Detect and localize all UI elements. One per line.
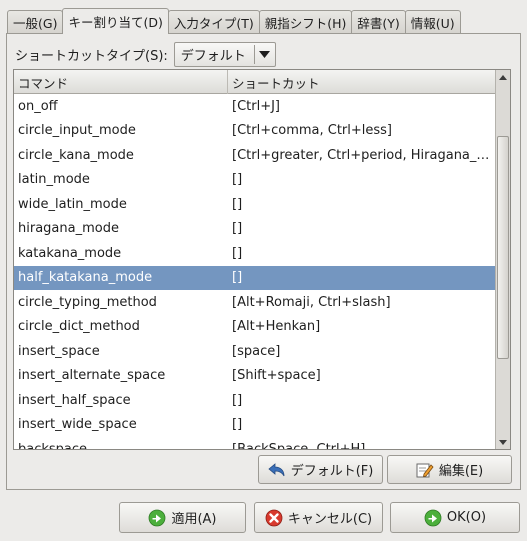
- command-cell: circle_input_mode: [18, 123, 136, 139]
- shortcut-cell: [Ctrl+J]: [232, 98, 281, 114]
- command-cell: katakana_mode: [18, 245, 122, 261]
- tab-general-label: 一般(G): [13, 15, 58, 31]
- table-row[interactable]: circle_kana_mode [Ctrl+greater, Ctrl+peri…: [14, 143, 495, 168]
- vertical-scrollbar[interactable]: [495, 70, 510, 449]
- command-cell: on_off: [18, 98, 58, 114]
- table-row[interactable]: circle_input_mode [Ctrl+comma, Ctrl+less]: [14, 119, 495, 144]
- shortcut-cell: [BackSpace, Ctrl+H]: [232, 441, 366, 450]
- command-cell: latin_mode: [18, 172, 90, 188]
- ok-check-icon: [424, 509, 442, 527]
- key-assign-panel: ショートカットタイプ(S): デフォルト コマンド ショートカット on_off…: [6, 33, 521, 490]
- table-row[interactable]: insert_space [space]: [14, 339, 495, 364]
- shortcut-cell: []: [232, 245, 243, 261]
- shortcut-cell: [Alt+Romaji, Ctrl+slash]: [232, 294, 391, 310]
- table-row[interactable]: circle_dict_method [Alt+Henkan]: [14, 315, 495, 340]
- cancel-button[interactable]: キャンセル(C): [254, 502, 383, 533]
- tab-dictionary[interactable]: 辞書(Y): [351, 10, 406, 33]
- ok-button[interactable]: OK(O): [390, 502, 520, 533]
- edit-button[interactable]: 編集(E): [387, 455, 512, 484]
- default-button[interactable]: デフォルト(F): [258, 455, 383, 484]
- shortcut-type-label: ショートカットタイプ(S):: [15, 48, 168, 64]
- tab-dictionary-label: 辞書(Y): [357, 15, 400, 31]
- command-cell: circle_typing_method: [18, 294, 157, 310]
- table-row[interactable]: insert_alternate_space [Shift+space]: [14, 364, 495, 389]
- command-cell: insert_wide_space: [18, 417, 137, 433]
- table-row[interactable]: wide_latin_mode []: [14, 192, 495, 217]
- command-cell: backspace: [18, 441, 88, 450]
- table-body: on_off [Ctrl+J] circle_input_mode [Ctrl+com…: [14, 94, 495, 450]
- shortcut-cell: []: [232, 417, 243, 433]
- tab-thumb-shift-label: 親指シフト(H): [264, 15, 347, 31]
- command-cell: hiragana_mode: [18, 221, 119, 237]
- chevron-down-icon: [255, 50, 275, 58]
- command-cell: circle_kana_mode: [18, 147, 134, 163]
- shortcut-type-value: デフォルト: [180, 48, 246, 64]
- apply-button-label: 適用(A): [171, 512, 217, 527]
- shortcut-cell: []: [232, 392, 243, 408]
- command-cell: insert_alternate_space: [18, 368, 166, 384]
- command-cell: half_katakana_mode: [18, 270, 153, 286]
- default-button-label: デフォルト(F): [290, 464, 374, 479]
- shortcut-cell: [space]: [232, 343, 281, 359]
- tab-thumb-shift[interactable]: 親指シフト(H): [258, 10, 353, 33]
- column-header-shortcut[interactable]: ショートカット: [228, 70, 495, 94]
- edit-pencil-icon: [416, 462, 434, 478]
- tab-general[interactable]: 一般(G): [7, 10, 64, 33]
- table-row[interactable]: latin_mode []: [14, 168, 495, 193]
- command-cell: circle_dict_method: [18, 319, 140, 335]
- undo-arrow-icon: [268, 462, 286, 478]
- table-row[interactable]: insert_half_space []: [14, 388, 495, 413]
- tab-key-assign[interactable]: キー割り当て(D): [62, 8, 169, 34]
- shortcut-cell: []: [232, 172, 243, 188]
- shortcut-type-dropdown[interactable]: デフォルト: [173, 41, 276, 67]
- column-header-command[interactable]: コマンド: [14, 70, 228, 94]
- table-row[interactable]: half_katakana_mode []: [14, 265, 495, 290]
- shortcut-cell: []: [232, 196, 243, 212]
- shortcut-cell: [Ctrl+comma, Ctrl+less]: [232, 123, 393, 139]
- table-header: コマンド ショートカット: [14, 70, 495, 94]
- tab-input-type[interactable]: 入力タイプ(T): [167, 10, 260, 33]
- table-row[interactable]: katakana_mode []: [14, 241, 495, 266]
- shortcut-cell: [Alt+Henkan]: [232, 319, 321, 335]
- command-cell: insert_half_space: [18, 392, 131, 408]
- table-row[interactable]: hiragana_mode []: [14, 217, 495, 242]
- ok-button-label: OK(O): [446, 510, 487, 525]
- tab-input-type-label: 入力タイプ(T): [173, 15, 254, 31]
- tab-info-label: 情報(U): [410, 15, 455, 31]
- command-cell: insert_space: [18, 343, 100, 359]
- command-cell: wide_latin_mode: [18, 196, 127, 212]
- edit-button-label: 編集(E): [438, 464, 484, 479]
- scroll-up-arrow-icon[interactable]: [496, 70, 510, 84]
- shortcut-cell: [Shift+space]: [232, 368, 321, 384]
- shortcut-type-row: ショートカットタイプ(S): デフォルト: [15, 41, 276, 67]
- cancel-button-label: キャンセル(C): [287, 512, 373, 527]
- scrollbar-thumb[interactable]: [497, 136, 509, 359]
- apply-button[interactable]: 適用(A): [119, 502, 246, 533]
- scroll-down-arrow-icon[interactable]: [496, 435, 510, 449]
- tab-bar: 一般(G) キー割り当て(D) 入力タイプ(T) 親指シフト(H) 辞書(Y) …: [7, 8, 461, 34]
- command-table: コマンド ショートカット on_off [Ctrl+J] circle_input_…: [13, 69, 511, 450]
- cancel-x-icon: [265, 509, 283, 527]
- shortcut-cell: [Ctrl+greater, Ctrl+period, Hiragana_K…: [232, 147, 495, 163]
- shortcut-cell: []: [232, 221, 243, 237]
- tab-info[interactable]: 情報(U): [404, 10, 461, 33]
- apply-check-icon: [148, 509, 166, 527]
- table-row[interactable]: on_off [Ctrl+J]: [14, 94, 495, 119]
- shortcut-cell: []: [232, 270, 243, 286]
- table-row[interactable]: insert_wide_space []: [14, 413, 495, 438]
- tab-key-assign-label: キー割り当て(D): [68, 15, 163, 30]
- table-row[interactable]: circle_typing_method [Alt+Romaji, Ctrl+sl…: [14, 290, 495, 315]
- table-row[interactable]: backspace [BackSpace, Ctrl+H]: [14, 437, 495, 450]
